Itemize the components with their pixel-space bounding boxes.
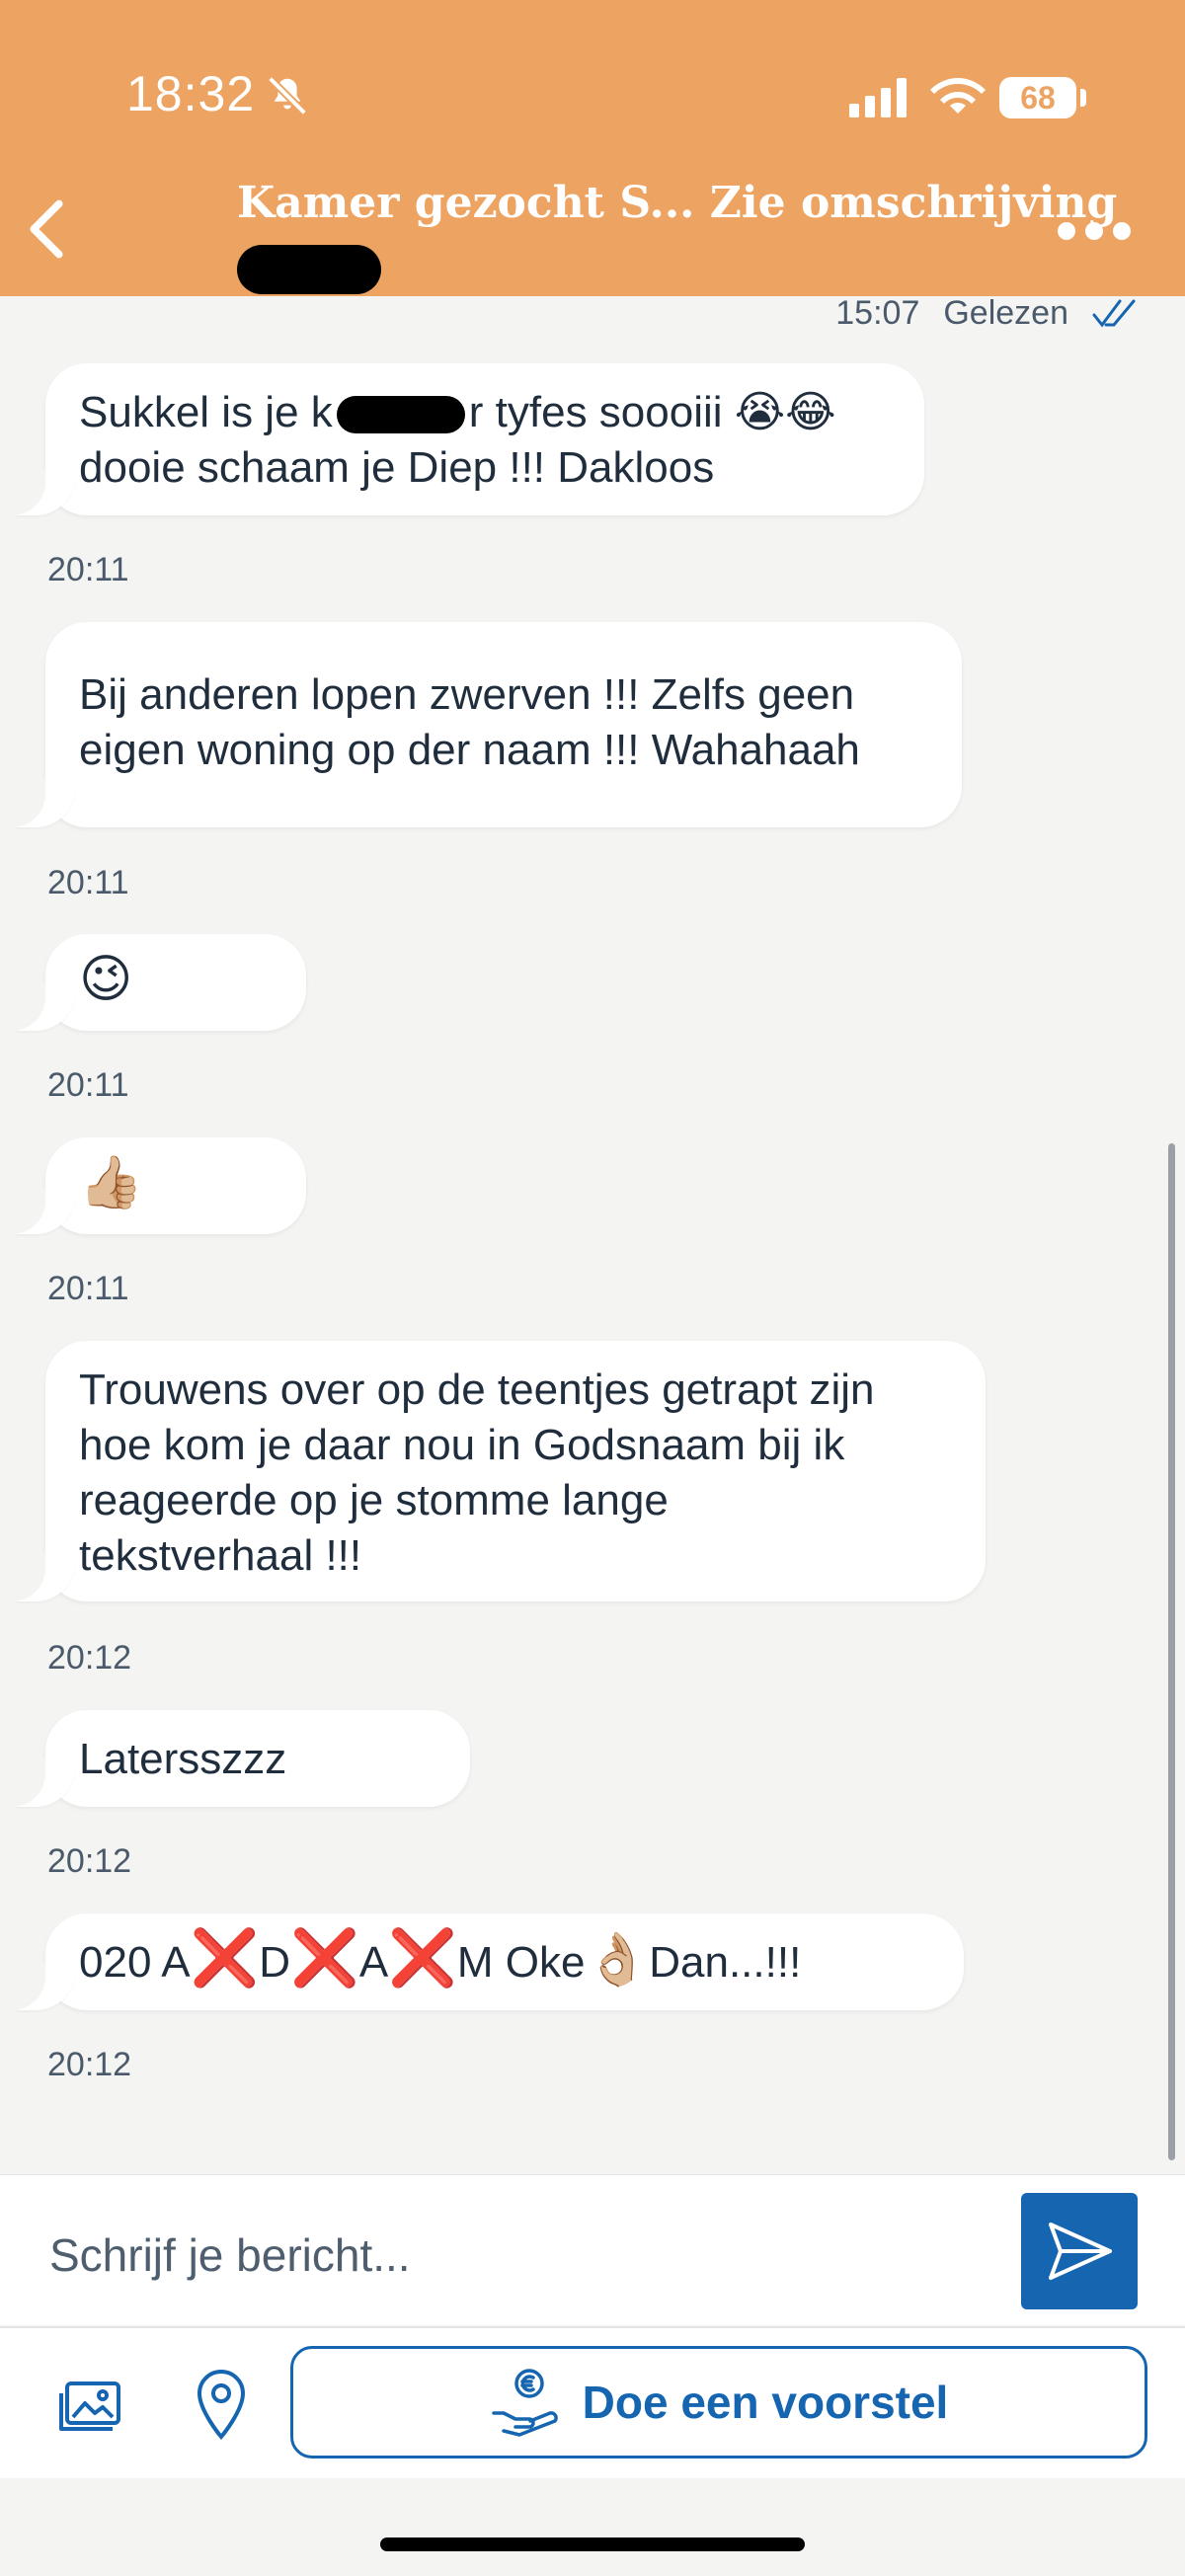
redaction-mark bbox=[336, 396, 465, 434]
wifi-icon bbox=[930, 78, 986, 114]
photo-gallery-icon[interactable] bbox=[55, 2380, 122, 2435]
chevron-left-icon[interactable] bbox=[22, 197, 71, 261]
message-time: 20:11 bbox=[47, 551, 129, 588]
status-time: 18:32 bbox=[126, 66, 256, 121]
thumbs-up-emoji: 👍🏼 bbox=[79, 1153, 143, 1212]
message-input[interactable] bbox=[47, 2225, 980, 2286]
chat-title[interactable]: Kamer gezocht S... Zie omschrijving bbox=[237, 178, 1117, 228]
euro-hand-icon bbox=[491, 2369, 558, 2437]
message-text: Latersszzz bbox=[79, 1735, 287, 1783]
ok-hand-emoji: 👌🏼 bbox=[585, 1930, 650, 1990]
message-time: 20:12 bbox=[47, 1842, 132, 1880]
make-offer-button[interactable]: Doe een voorstel bbox=[290, 2346, 1147, 2459]
location-pin-icon[interactable] bbox=[194, 2368, 249, 2441]
read-status: Gelezen bbox=[943, 294, 1068, 332]
make-offer-label: Doe een voorstel bbox=[582, 2377, 949, 2428]
cross-mark-emoji: ❌ bbox=[388, 1926, 457, 1991]
message-bubble[interactable]: Bij anderen lopen zwerven !!! Zelfs geen… bbox=[4, 622, 962, 827]
cross-mark-emoji: ❌ bbox=[190, 1926, 260, 1991]
message-text: Trouwens over op de teentjes getrapt zij… bbox=[79, 1366, 875, 1580]
battery-level: 68 bbox=[999, 77, 1076, 118]
more-dots-icon[interactable] bbox=[1057, 219, 1132, 243]
cross-mark-emoji: ❌ bbox=[290, 1926, 359, 1991]
double-check-icon bbox=[1092, 299, 1136, 327]
message-bubble[interactable]: Latersszzz bbox=[4, 1710, 470, 1807]
message-time: 20:11 bbox=[47, 1066, 129, 1104]
signal-icon bbox=[849, 78, 907, 117]
send-button[interactable] bbox=[1021, 2193, 1138, 2309]
message-text: Bij anderen lopen zwerven !!! Zelfs geen… bbox=[79, 670, 860, 774]
message-bubble[interactable]: Trouwens over op de teentjes getrapt zij… bbox=[4, 1341, 986, 1601]
message-time: 20:11 bbox=[47, 1270, 129, 1307]
home-indicator[interactable] bbox=[380, 2537, 805, 2551]
message-time: 20:11 bbox=[47, 864, 129, 901]
message-bubble[interactable]: Sukkel is je kr tyfes soooiii 😭😂 dooie s… bbox=[4, 363, 924, 515]
message-composer bbox=[0, 2174, 1185, 2325]
message-bubble[interactable]: 👍🏼 bbox=[4, 1137, 306, 1234]
message-time: 20:12 bbox=[47, 2046, 132, 2083]
send-icon bbox=[1049, 2223, 1112, 2280]
message-bubble[interactable]: 020 A❌D❌A❌M Oke👌🏼Dan...!!! bbox=[4, 1913, 964, 2010]
wink-emoji: 😉 bbox=[79, 950, 133, 1009]
message-time: 20:12 bbox=[47, 1639, 132, 1677]
action-bar: Doe een voorstel bbox=[0, 2326, 1185, 2478]
read-time: 15:07 bbox=[835, 294, 920, 332]
message-bubble[interactable]: 😉 bbox=[4, 934, 306, 1031]
battery-cap bbox=[1080, 89, 1086, 107]
chat-header: 18:32 68 Kamer gezocht S... Zie omschrij… bbox=[0, 0, 1185, 296]
bell-slash-icon bbox=[268, 76, 307, 116]
message-text: Sukkel is je kr tyfes soooiii 😭😂 dooie s… bbox=[79, 388, 836, 492]
redaction-mark bbox=[237, 245, 381, 294]
read-receipt: 15:07 Gelezen bbox=[835, 294, 1136, 333]
scrollbar[interactable] bbox=[1168, 1143, 1175, 2160]
message-text: 020 A❌D❌A❌M Oke👌🏼Dan...!!! bbox=[79, 1926, 802, 1991]
